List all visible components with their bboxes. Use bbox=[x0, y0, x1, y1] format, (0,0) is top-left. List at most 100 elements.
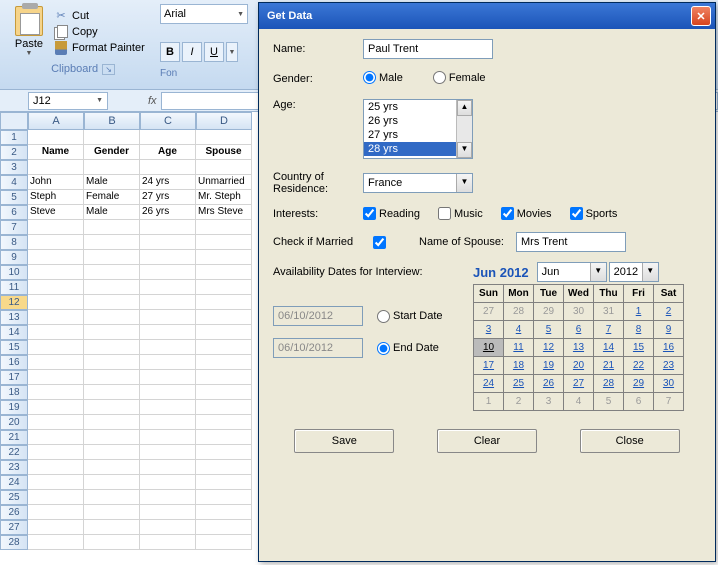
cell[interactable]: Name bbox=[28, 145, 84, 160]
row-header[interactable]: 13 bbox=[0, 310, 28, 325]
scrollbar[interactable]: ▲ ▼ bbox=[456, 100, 472, 158]
cell[interactable] bbox=[140, 160, 196, 175]
calendar-day[interactable]: 8 bbox=[624, 321, 654, 339]
cell[interactable] bbox=[140, 505, 196, 520]
cell[interactable] bbox=[28, 445, 84, 460]
cell[interactable] bbox=[28, 310, 84, 325]
save-button[interactable]: Save bbox=[294, 429, 394, 453]
interest-movies[interactable]: Movies bbox=[501, 207, 552, 220]
expand-icon[interactable]: ↘ bbox=[102, 64, 115, 75]
cell[interactable] bbox=[196, 445, 252, 460]
interest-music[interactable]: Music bbox=[438, 207, 483, 220]
cell[interactable] bbox=[28, 490, 84, 505]
cell[interactable]: Unmarried bbox=[196, 175, 252, 190]
row-header[interactable]: 18 bbox=[0, 385, 28, 400]
cell[interactable] bbox=[28, 430, 84, 445]
cell[interactable] bbox=[84, 520, 140, 535]
cell[interactable] bbox=[84, 370, 140, 385]
cell[interactable] bbox=[196, 535, 252, 550]
row-header[interactable]: 23 bbox=[0, 460, 28, 475]
cell[interactable] bbox=[28, 460, 84, 475]
row-header[interactable]: 19 bbox=[0, 400, 28, 415]
cell[interactable] bbox=[28, 535, 84, 550]
cell[interactable] bbox=[140, 400, 196, 415]
cell[interactable] bbox=[140, 340, 196, 355]
cell[interactable] bbox=[196, 415, 252, 430]
cell[interactable] bbox=[140, 430, 196, 445]
cell[interactable] bbox=[28, 295, 84, 310]
row-header[interactable]: 7 bbox=[0, 220, 28, 235]
cell[interactable]: Spouse bbox=[196, 145, 252, 160]
column-header[interactable]: D bbox=[196, 112, 252, 130]
row-header[interactable]: 24 bbox=[0, 475, 28, 490]
row-header[interactable]: 5 bbox=[0, 190, 28, 205]
cell[interactable] bbox=[84, 295, 140, 310]
row-header[interactable]: 16 bbox=[0, 355, 28, 370]
scroll-down-button[interactable]: ▼ bbox=[457, 142, 472, 158]
cell[interactable]: Mr. Steph bbox=[196, 190, 252, 205]
married-checkbox[interactable] bbox=[373, 236, 386, 249]
copy-button[interactable]: Copy bbox=[54, 24, 145, 40]
cell[interactable] bbox=[140, 535, 196, 550]
cell[interactable] bbox=[140, 490, 196, 505]
cell[interactable] bbox=[140, 520, 196, 535]
cell[interactable] bbox=[196, 235, 252, 250]
row-header[interactable]: 20 bbox=[0, 415, 28, 430]
row-header[interactable]: 28 bbox=[0, 535, 28, 550]
end-date-radio[interactable]: End Date bbox=[377, 342, 439, 355]
calendar-day[interactable]: 25 bbox=[504, 375, 534, 393]
cell[interactable] bbox=[84, 430, 140, 445]
calendar-day[interactable]: 5 bbox=[534, 321, 564, 339]
cell[interactable]: Mrs Steve bbox=[196, 205, 252, 220]
row-header[interactable]: 12 bbox=[0, 295, 28, 310]
cell[interactable] bbox=[28, 355, 84, 370]
cell[interactable]: 26 yrs bbox=[140, 205, 196, 220]
cell[interactable]: Steve bbox=[28, 205, 84, 220]
bold-button[interactable]: B bbox=[160, 42, 180, 62]
gender-option-male[interactable]: Male bbox=[363, 71, 403, 84]
calendar-day[interactable]: 30 bbox=[654, 375, 684, 393]
calendar-day[interactable]: 29 bbox=[624, 375, 654, 393]
cell[interactable] bbox=[196, 295, 252, 310]
cell[interactable] bbox=[28, 130, 84, 145]
calendar-day[interactable]: 4 bbox=[504, 321, 534, 339]
cell[interactable] bbox=[196, 460, 252, 475]
cell[interactable] bbox=[140, 325, 196, 340]
column-header[interactable]: C bbox=[140, 112, 196, 130]
calendar-day[interactable]: 16 bbox=[654, 339, 684, 357]
cell[interactable] bbox=[84, 490, 140, 505]
calendar-day[interactable]: 2 bbox=[654, 303, 684, 321]
calendar-day[interactable]: 9 bbox=[654, 321, 684, 339]
cell[interactable] bbox=[28, 280, 84, 295]
cell[interactable] bbox=[196, 370, 252, 385]
column-header[interactable]: B bbox=[84, 112, 140, 130]
fx-icon[interactable]: fx bbox=[148, 95, 157, 107]
row-header[interactable]: 25 bbox=[0, 490, 28, 505]
select-all-corner[interactable] bbox=[0, 112, 28, 130]
calendar-day[interactable]: 20 bbox=[564, 357, 594, 375]
cell[interactable] bbox=[140, 235, 196, 250]
scroll-up-button[interactable]: ▲ bbox=[457, 100, 472, 116]
cell[interactable] bbox=[140, 295, 196, 310]
cell[interactable]: John bbox=[28, 175, 84, 190]
month-select[interactable]: Jun▼ bbox=[537, 262, 607, 282]
cell[interactable] bbox=[140, 460, 196, 475]
calendar-day[interactable]: 17 bbox=[474, 357, 504, 375]
row-header[interactable]: 27 bbox=[0, 520, 28, 535]
row-header[interactable]: 15 bbox=[0, 340, 28, 355]
row-header[interactable]: 9 bbox=[0, 250, 28, 265]
calendar-day[interactable]: 14 bbox=[594, 339, 624, 357]
cell[interactable]: Female bbox=[84, 190, 140, 205]
calendar-day[interactable]: 18 bbox=[504, 357, 534, 375]
cell[interactable] bbox=[84, 235, 140, 250]
dialog-titlebar[interactable]: Get Data ✕ bbox=[259, 3, 715, 29]
country-select[interactable]: France ▼ bbox=[363, 173, 473, 193]
cell[interactable] bbox=[196, 325, 252, 340]
cell[interactable] bbox=[28, 385, 84, 400]
font-family-select[interactable]: Arial ▼ bbox=[160, 4, 248, 24]
cell[interactable] bbox=[28, 415, 84, 430]
row-header[interactable]: 26 bbox=[0, 505, 28, 520]
cell[interactable]: Male bbox=[84, 205, 140, 220]
calendar-day[interactable]: 28 bbox=[594, 375, 624, 393]
calendar-day[interactable]: 7 bbox=[594, 321, 624, 339]
